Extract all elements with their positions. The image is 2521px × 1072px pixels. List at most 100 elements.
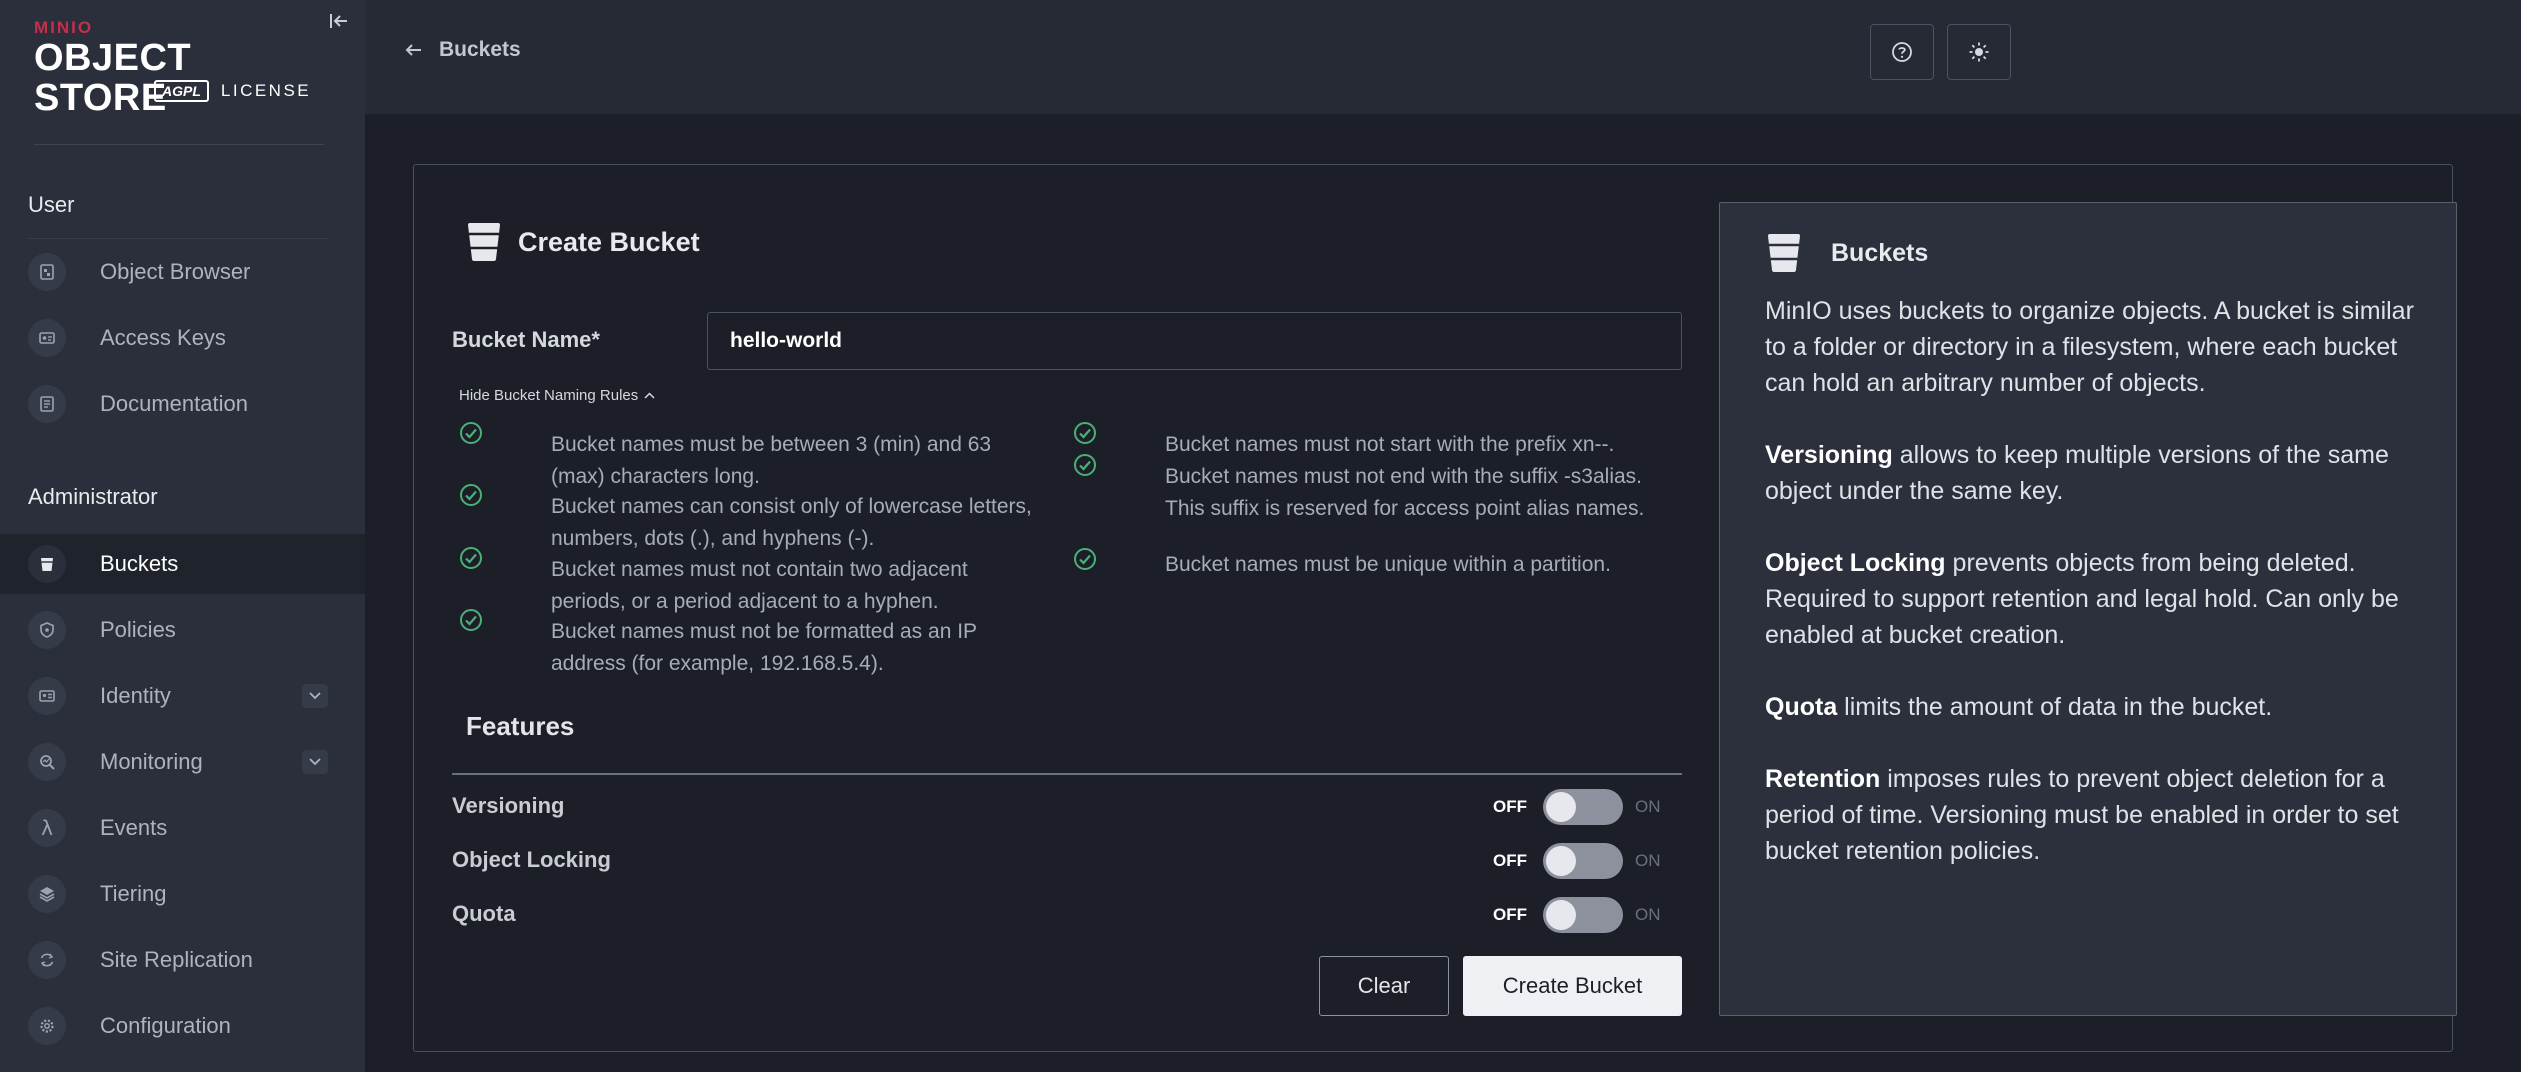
sidebar-item-object-browser[interactable]: Object Browser bbox=[0, 242, 365, 302]
sidebar-item-documentation[interactable]: Documentation bbox=[0, 374, 365, 434]
object-locking-toggle[interactable] bbox=[1543, 843, 1623, 879]
chevron-up-icon bbox=[644, 392, 655, 399]
user-section-title: User bbox=[28, 192, 75, 217]
sidebar-item-label: Configuration bbox=[100, 1013, 231, 1038]
toggle-knob bbox=[1546, 792, 1576, 822]
back-to-buckets-link[interactable]: Buckets bbox=[405, 38, 521, 62]
theme-toggle-button[interactable] bbox=[1947, 24, 2011, 80]
check-circle-icon bbox=[1074, 548, 1096, 570]
logo-license: AGPL LICENSE bbox=[154, 80, 311, 102]
chevron-down-icon[interactable] bbox=[302, 750, 328, 774]
features-divider bbox=[452, 773, 1682, 775]
help-header: Buckets bbox=[1765, 233, 1928, 273]
help-versioning: Versioning allows to keep multiple versi… bbox=[1765, 437, 2435, 509]
help-object-locking: Object Locking prevents objects from bei… bbox=[1765, 545, 2435, 653]
feature-row-quota: Quota OFF ON bbox=[452, 895, 1682, 935]
clear-button[interactable]: Clear bbox=[1319, 956, 1449, 1016]
monitoring-icon bbox=[28, 743, 66, 781]
rule-text: Bucket names must not end with the suffi… bbox=[1165, 465, 1645, 520]
rule-text: Bucket names must be unique within a par… bbox=[1165, 553, 1611, 576]
switch-off-label: OFF bbox=[1493, 851, 1527, 870]
check-circle-icon bbox=[1074, 422, 1096, 444]
toggle-knob bbox=[1546, 846, 1576, 876]
features-title: Features bbox=[466, 711, 575, 741]
sidebar-item-label: Policies bbox=[100, 617, 176, 642]
sidebar-item-label: Identity bbox=[100, 683, 171, 708]
feature-row-object-locking: Object Locking OFF ON bbox=[452, 841, 1682, 881]
rule-text: Bucket names must not be formatted as an… bbox=[551, 620, 977, 675]
check-circle-icon bbox=[460, 422, 482, 444]
switch-on-label: ON bbox=[1635, 851, 1661, 870]
sidebar-item-identity[interactable]: Identity bbox=[0, 666, 365, 726]
switch-on-label: ON bbox=[1635, 797, 1661, 816]
sidebar: MINIO OBJECT STORE AGPL LICENSE User Obj… bbox=[0, 0, 365, 1072]
bucket-icon bbox=[1768, 234, 1800, 272]
feature-label: Object Locking bbox=[452, 847, 611, 872]
identity-icon bbox=[28, 677, 66, 715]
sidebar-item-tiering[interactable]: Tiering bbox=[0, 864, 365, 924]
help-quota: Quota limits the amount of data in the b… bbox=[1765, 689, 2435, 725]
sidebar-item-events[interactable]: λ Events bbox=[0, 798, 365, 858]
replication-icon bbox=[28, 941, 66, 979]
help-term: Versioning bbox=[1765, 441, 1893, 469]
help-title: Buckets bbox=[1831, 238, 1929, 267]
agpl-badge: AGPL bbox=[154, 80, 209, 102]
object-browser-icon bbox=[28, 253, 66, 291]
gear-icon bbox=[28, 1007, 66, 1045]
feature-label: Versioning bbox=[452, 793, 565, 818]
chevron-down-icon[interactable] bbox=[302, 684, 328, 708]
sidebar-item-access-keys[interactable]: Access Keys bbox=[0, 308, 365, 368]
create-bucket-panel: Create Bucket Bucket Name* Hide Bucket N… bbox=[413, 164, 2457, 1052]
help-term: Object Locking bbox=[1765, 549, 1946, 577]
page-title: Create Bucket bbox=[518, 226, 700, 257]
hide-naming-rules-toggle[interactable]: Hide Bucket Naming Rules bbox=[459, 387, 655, 404]
shield-icon bbox=[28, 611, 66, 649]
bucket-name-label: Bucket Name* bbox=[452, 327, 600, 352]
breadcrumb: Buckets bbox=[439, 38, 521, 61]
help-icon bbox=[1892, 42, 1912, 62]
sidebar-item-label: Access Keys bbox=[100, 325, 226, 350]
help-box: Buckets MinIO uses buckets to organize o… bbox=[1719, 202, 2457, 1016]
versioning-toggle[interactable] bbox=[1543, 789, 1623, 825]
rule-text: Bucket names must not start with the pre… bbox=[1165, 433, 1615, 456]
sidebar-item-label: Monitoring bbox=[100, 749, 203, 774]
switch-off-label: OFF bbox=[1493, 905, 1527, 924]
quota-toggle[interactable] bbox=[1543, 897, 1623, 933]
minio-logo[interactable]: MINIO OBJECT STORE AGPL LICENSE bbox=[34, 18, 334, 118]
rule-text: Bucket names can consist only of lowerca… bbox=[551, 495, 1032, 550]
help-intro: MinIO uses buckets to organize objects. … bbox=[1765, 297, 2414, 397]
help-text: limits the amount of data in the bucket. bbox=[1837, 693, 2273, 721]
collapse-icon bbox=[330, 14, 347, 28]
collapse-sidebar-button[interactable] bbox=[326, 8, 352, 34]
check-circle-icon bbox=[460, 547, 482, 569]
sidebar-item-buckets[interactable]: Buckets bbox=[0, 534, 365, 594]
arrow-left-icon bbox=[405, 44, 421, 56]
check-circle-icon bbox=[1074, 454, 1096, 476]
help-term: Retention bbox=[1765, 765, 1881, 793]
sidebar-divider bbox=[34, 144, 324, 145]
toggle-knob bbox=[1546, 900, 1576, 930]
admin-section-title: Administrator bbox=[28, 484, 158, 509]
license-text: LICENSE bbox=[220, 81, 312, 100]
sidebar-item-site-replication[interactable]: Site Replication bbox=[0, 930, 365, 990]
create-bucket-button[interactable]: Create Bucket bbox=[1463, 956, 1682, 1016]
sidebar-item-configuration[interactable]: Configuration bbox=[0, 996, 365, 1056]
sidebar-item-monitoring[interactable]: Monitoring bbox=[0, 732, 365, 792]
feature-label: Quota bbox=[452, 901, 516, 926]
sidebar-item-label: Site Replication bbox=[100, 947, 253, 972]
check-circle-icon bbox=[460, 484, 482, 506]
switch-on-label: ON bbox=[1635, 905, 1661, 924]
logo-product-text: OBJECT STORE bbox=[34, 37, 192, 119]
user-section-separator bbox=[28, 238, 328, 239]
form-header: Create Bucket bbox=[466, 222, 700, 262]
sidebar-item-label: Events bbox=[100, 815, 168, 840]
page-header: Buckets bbox=[365, 0, 2521, 114]
bucket-icon bbox=[28, 545, 66, 583]
switch-off-label: OFF bbox=[1493, 797, 1527, 816]
bucket-name-input[interactable] bbox=[707, 312, 1682, 370]
layers-icon bbox=[28, 875, 66, 913]
feature-row-versioning: Versioning OFF ON bbox=[452, 787, 1682, 827]
help-button[interactable] bbox=[1870, 24, 1934, 80]
sidebar-item-label: Object Browser bbox=[100, 259, 251, 284]
sidebar-item-policies[interactable]: Policies bbox=[0, 600, 365, 660]
